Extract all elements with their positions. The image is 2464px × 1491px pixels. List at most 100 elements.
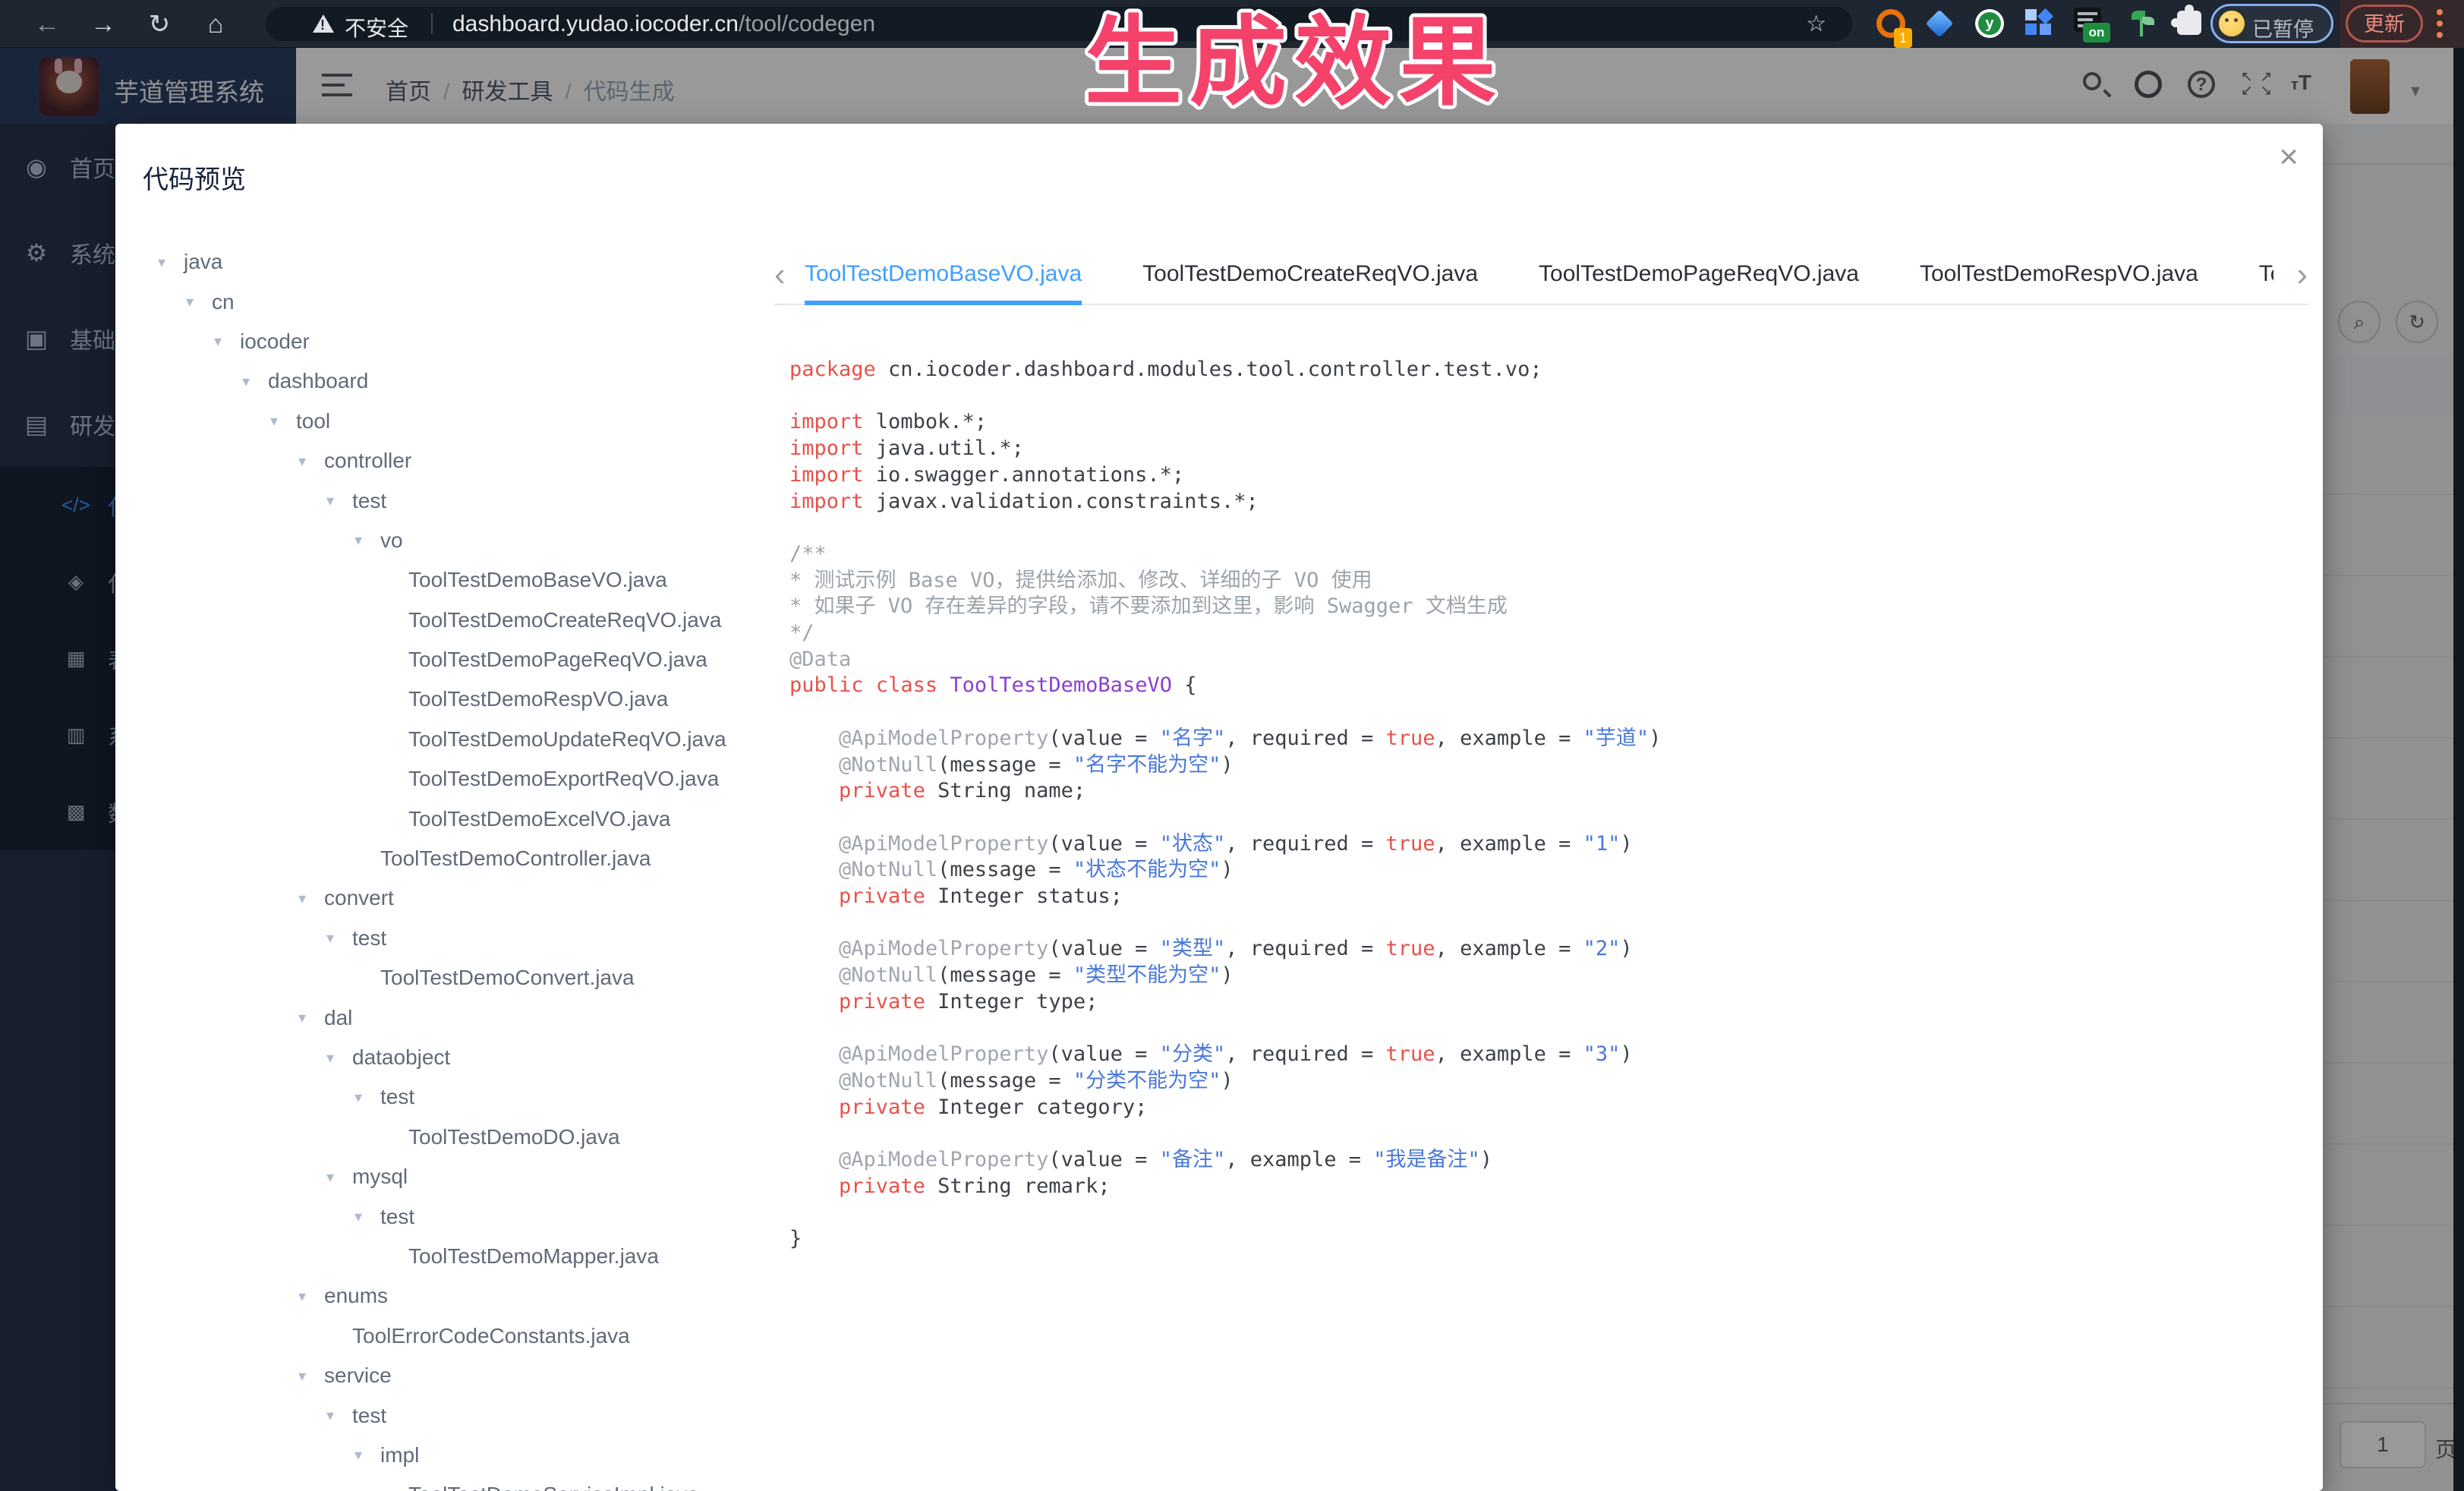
tree-node-test[interactable]: ▾test — [115, 481, 768, 520]
tree-node-convert[interactable]: ▾convert — [115, 878, 768, 918]
tree-node-impl[interactable]: ▾impl — [115, 1436, 768, 1475]
code-line — [789, 515, 2300, 541]
extension-squares-icon[interactable] — [2025, 9, 2053, 36]
modal-title: 代码预览 — [143, 159, 246, 196]
caret-down-icon[interactable]: ▾ — [270, 411, 296, 430]
not-secure-icon[interactable]: ! — [313, 14, 334, 33]
tree-node-ToolTestDemoController.java[interactable]: ToolTestDemoController.java — [115, 839, 768, 878]
caret-down-icon[interactable]: ▾ — [354, 1207, 380, 1226]
tree-node-ToolTestDemoExcelVO.java[interactable]: ToolTestDemoExcelVO.java — [115, 799, 768, 838]
code-line: */ — [789, 620, 2300, 647]
tree-node-label: mysql — [352, 1165, 408, 1189]
forward-icon[interactable]: → — [85, 6, 121, 43]
tree-node-service[interactable]: ▾service — [115, 1356, 768, 1395]
tree-node-label: test — [380, 1085, 414, 1109]
tree-node-label: ToolTestDemoMapper.java — [408, 1244, 659, 1269]
tree-node-cn[interactable]: ▾cn — [115, 282, 768, 321]
tree-node-label: vo — [380, 528, 403, 553]
tree-node-label: ToolTestDemoCreateReqVO.java — [408, 608, 721, 632]
tree-node-ToolTestDemoRespVO.java[interactable]: ToolTestDemoRespVO.java — [115, 679, 768, 719]
tree-node-ToolTestDemoDO.java[interactable]: ToolTestDemoDO.java — [115, 1117, 768, 1157]
caret-down-icon[interactable]: ▾ — [326, 1168, 352, 1187]
tree-node-ToolTestDemoExportReqVO.java[interactable]: ToolTestDemoExportReqVO.java — [115, 759, 768, 799]
tree-node-enums[interactable]: ▾enums — [115, 1276, 768, 1316]
caret-down-icon[interactable]: ▾ — [186, 292, 212, 311]
tabs-scroll-left-icon[interactable]: ‹ — [774, 258, 786, 292]
tree-node-dataobject[interactable]: ▾dataobject — [115, 1038, 768, 1077]
tree-node-test[interactable]: ▾test — [115, 1395, 768, 1435]
code-line — [789, 699, 2300, 726]
caret-down-icon[interactable]: ▾ — [354, 1445, 380, 1464]
caret-down-icon[interactable]: ▾ — [354, 1088, 380, 1107]
tree-node-ToolTestDemoUpdateReqVO.java[interactable]: ToolTestDemoUpdateReqVO.java — [115, 720, 768, 759]
back-icon[interactable]: ← — [29, 6, 65, 43]
bookmark-star-icon[interactable]: ☆ — [1806, 11, 1826, 37]
tree-node-vo[interactable]: ▾vo — [115, 521, 768, 560]
tree-node-tool[interactable]: ▾tool — [115, 402, 768, 441]
extension-green-icon[interactable]: y — [1975, 9, 2004, 38]
browser-update-zone: 更新 — [2340, 0, 2464, 48]
url-text[interactable]: dashboard.yudao.iocoder.cn/tool/codegen — [452, 11, 875, 37]
tab-ToolTestDemoUpdateReqVO.java[interactable]: ToolTestDemoUpdateReqVO.java — [2259, 249, 2273, 305]
close-icon[interactable]: × — [2279, 140, 2299, 174]
tree-node-ToolTestDemoCreateReqVO.java[interactable]: ToolTestDemoCreateReqVO.java — [115, 600, 768, 640]
caret-down-icon[interactable]: ▾ — [326, 1406, 352, 1425]
caret-down-icon[interactable]: ▾ — [354, 531, 380, 550]
update-button[interactable]: 更新 — [2346, 5, 2423, 43]
tree-node-ToolTestDemoMapper.java[interactable]: ToolTestDemoMapper.java — [115, 1237, 768, 1276]
extensions-puzzle-icon[interactable] — [2177, 11, 2201, 35]
code-line: @ApiModelProperty(value = "状态", required… — [789, 831, 2300, 858]
caret-down-icon[interactable]: ▾ — [298, 889, 324, 908]
profile-paused-pill[interactable]: 已暂停 — [2210, 4, 2333, 43]
tree-node-label: test — [352, 926, 386, 950]
tree-node-ToolTestDemoPageReqVO.java[interactable]: ToolTestDemoPageReqVO.java — [115, 640, 768, 679]
tree-node-test[interactable]: ▾test — [115, 1196, 768, 1236]
caret-down-icon[interactable]: ▾ — [326, 928, 352, 947]
extension-gem-icon[interactable] — [1926, 10, 1954, 38]
page-scrollbar[interactable] — [2453, 48, 2464, 1491]
browser-menu-icon[interactable] — [2437, 9, 2443, 39]
extension-list-icon[interactable]: on — [2074, 8, 2101, 32]
tree-node-label: cn — [212, 290, 235, 314]
caret-down-icon[interactable]: ▾ — [298, 1366, 324, 1385]
tab-ToolTestDemoBaseVO.java[interactable]: ToolTestDemoBaseVO.java — [805, 249, 1082, 305]
extension-plant-icon[interactable] — [2128, 9, 2154, 38]
tree-node-ToolErrorCodeConstants.java[interactable]: ToolErrorCodeConstants.java — [115, 1316, 768, 1356]
home-icon[interactable]: ⌂ — [197, 6, 234, 43]
caret-down-icon[interactable]: ▾ — [298, 452, 324, 471]
caret-down-icon[interactable]: ▾ — [298, 1008, 324, 1027]
code-preview-modal: 代码预览 × ▾java▾cn▾iocoder▾dashboard▾tool▾c… — [115, 124, 2323, 1491]
tab-ToolTestDemoCreateReqVO.java[interactable]: ToolTestDemoCreateReqVO.java — [1142, 249, 1478, 305]
tree-node-mysql[interactable]: ▾mysql — [115, 1157, 768, 1196]
not-secure-label[interactable]: 不安全 — [345, 12, 408, 43]
tree-node-label: ToolTestDemoExportReqVO.java — [408, 767, 719, 791]
tab-ToolTestDemoRespVO.java[interactable]: ToolTestDemoRespVO.java — [1920, 249, 2198, 305]
tree-node-java[interactable]: ▾java — [115, 242, 768, 282]
tree-node-ToolTestDemoBaseVO.java[interactable]: ToolTestDemoBaseVO.java — [115, 560, 768, 600]
tree-node-test[interactable]: ▾test — [115, 919, 768, 958]
caret-down-icon[interactable]: ▾ — [158, 253, 184, 272]
code-line: } — [789, 1226, 2300, 1253]
caret-down-icon[interactable]: ▾ — [214, 332, 240, 351]
caret-down-icon[interactable]: ▾ — [298, 1287, 324, 1306]
code-line: @ApiModelProperty(value = "类型", required… — [789, 936, 2300, 963]
tree-node-label: ToolTestDemoBaseVO.java — [408, 568, 667, 592]
tree-node-dashboard[interactable]: ▾dashboard — [115, 361, 768, 401]
code-line — [789, 1200, 2300, 1227]
tab-ToolTestDemoPageReqVO.java[interactable]: ToolTestDemoPageReqVO.java — [1539, 249, 1859, 305]
tree-node-label: ToolTestDemoDO.java — [408, 1125, 620, 1149]
tree-node-label: convert — [324, 886, 394, 910]
caret-down-icon[interactable]: ▾ — [326, 1048, 352, 1067]
tabs-scroll-right-icon[interactable]: › — [2296, 258, 2308, 292]
tree-node-ToolTestDemoConvert.java[interactable]: ToolTestDemoConvert.java — [115, 958, 768, 998]
refresh-icon[interactable]: ↻ — [141, 6, 178, 43]
tree-node-dal[interactable]: ▾dal — [115, 998, 768, 1037]
tree-node-iocoder[interactable]: ▾iocoder — [115, 322, 768, 361]
tree-node-ToolTestDemoServiceImpl.java[interactable]: ToolTestDemoServiceImpl.java — [115, 1475, 768, 1491]
extension-orange-icon[interactable]: 1 — [1876, 9, 1905, 38]
tree-node-controller[interactable]: ▾controller — [115, 441, 768, 481]
tree-node-test[interactable]: ▾test — [115, 1077, 768, 1117]
caret-down-icon[interactable]: ▾ — [326, 491, 352, 510]
code-line — [789, 1016, 2300, 1042]
caret-down-icon[interactable]: ▾ — [242, 372, 268, 391]
